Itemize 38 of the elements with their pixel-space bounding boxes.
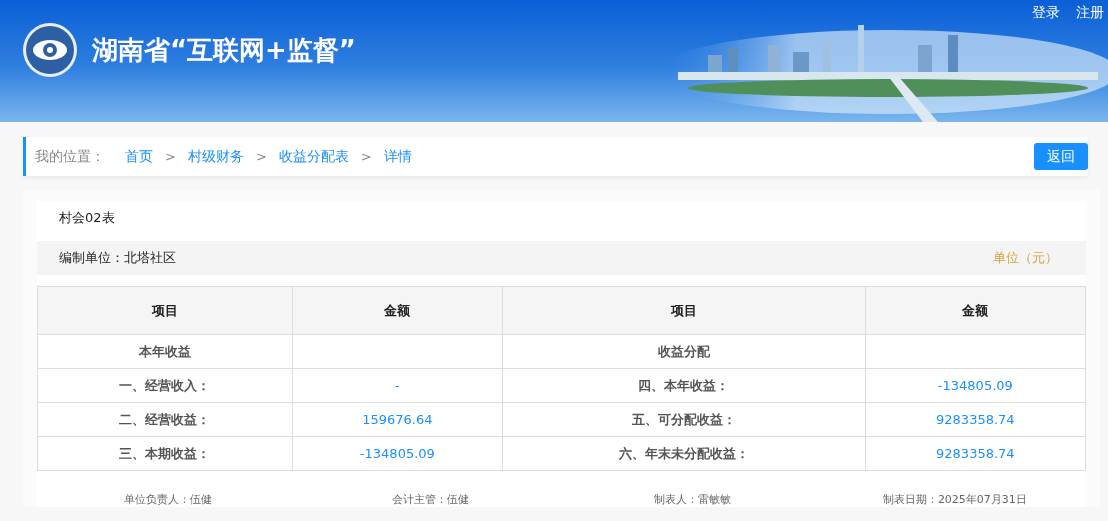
table-cell: 一、经营收入：	[37, 368, 293, 403]
table-cell: 三、本期收益：	[37, 436, 293, 471]
breadcrumb-separator: >	[360, 149, 372, 164]
breadcrumb-label: 我的位置：	[35, 147, 105, 166]
breadcrumb-separator: >	[165, 149, 176, 164]
column-header: 金额	[292, 286, 503, 335]
signature-text: 制表日期：2025年07月31日	[882, 493, 1027, 506]
site-title: 湖南省“互联网+监督”	[92, 33, 356, 67]
table-cell: 159676.64	[292, 402, 503, 437]
breadcrumb-separator: >	[255, 149, 267, 164]
table-cell: 二、经营收益：	[37, 402, 293, 437]
header-link[interactable]: 注册	[1076, 4, 1104, 22]
signature-text: 会计主管：伍健	[391, 493, 469, 506]
back-button[interactable]: 返回	[1034, 143, 1088, 170]
eye-logo-icon	[22, 22, 78, 78]
breadcrumb-link[interactable]: 收益分配表	[278, 147, 349, 166]
header-link[interactable]: 登录	[1032, 4, 1060, 22]
form-code: 村会02表	[59, 210, 115, 225]
table-cell: -134805.09	[865, 368, 1086, 403]
breadcrumb-link[interactable]: 村级财务	[187, 147, 244, 166]
table-cell: 本年收益	[37, 334, 293, 369]
breadcrumb-link[interactable]: 详情	[383, 147, 412, 166]
table-cell: 五、可分配收益：	[502, 402, 866, 437]
table-cell: -134805.09	[292, 436, 503, 471]
signature-text: 单位负责人：伍健	[124, 493, 213, 506]
currency-label: 单位（元）	[993, 249, 1058, 267]
table-cell: 9283358.74	[865, 402, 1086, 437]
table-cell: 四、本年收益：	[502, 368, 866, 403]
table-cell: -	[292, 368, 503, 403]
column-header: 金额	[865, 286, 1086, 335]
table-cell: 收益分配	[502, 334, 866, 369]
column-header: 项目	[37, 286, 293, 335]
signature-text: 制表人：雷敏敏	[654, 493, 732, 506]
unit-label: 编制单位：北塔社区	[59, 249, 176, 267]
table-cell: 9283358.74	[865, 436, 1086, 471]
column-header: 项目	[502, 286, 866, 335]
table-cell: 六、年末未分配收益：	[502, 436, 866, 471]
breadcrumb-link[interactable]: 首页	[125, 147, 153, 166]
